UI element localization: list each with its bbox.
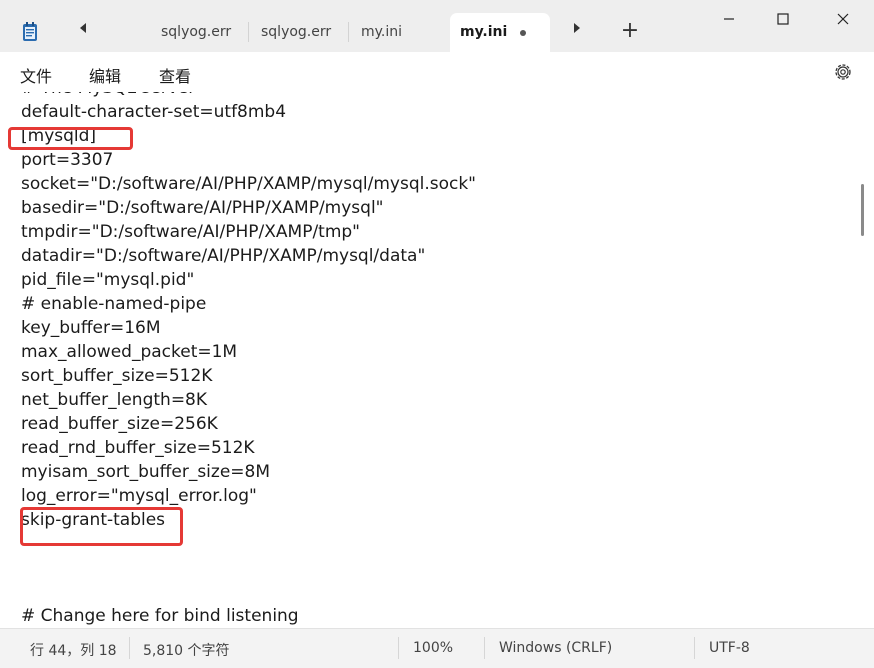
maximize-icon[interactable] — [760, 6, 806, 32]
tab-my-ini-1[interactable]: my.ini — [349, 13, 449, 52]
editor-line[interactable]: sort_buffer_size=512K — [21, 364, 476, 388]
editor-line[interactable]: port=3307 — [21, 148, 476, 172]
editor-line[interactable]: datadir="D:/software/AI/PHP/XAMP/mysql/d… — [21, 244, 476, 268]
text-editor[interactable]: # The MySQL serverdefault-character-set=… — [0, 92, 874, 628]
scroll-tabs-right-icon[interactable] — [568, 20, 584, 36]
editor-line[interactable]: net_buffer_length=8K — [21, 388, 476, 412]
editor-line[interactable] — [21, 556, 476, 580]
tab-label: sqlyog.err — [261, 24, 332, 40]
editor-line[interactable]: log_error="mysql_error.log" — [21, 484, 476, 508]
editor-line[interactable]: key_buffer=16M — [21, 316, 476, 340]
title-bar: sqlyog.err sqlyog.err my.ini my.ini + — [0, 0, 874, 52]
minimize-icon[interactable] — [706, 6, 752, 32]
status-divider — [129, 637, 130, 659]
notepad-app-icon — [23, 22, 37, 41]
editor-line[interactable]: socket="D:/software/AI/PHP/XAMP/mysql/my… — [21, 172, 476, 196]
highlight-box-mysqld — [8, 127, 133, 150]
vertical-scrollbar-thumb[interactable] — [861, 184, 864, 236]
editor-line[interactable] — [21, 580, 476, 604]
tab-label: my.ini — [460, 24, 508, 40]
tab-my-ini-active[interactable]: my.ini — [450, 13, 550, 52]
tab-sqlyog-err-2[interactable]: sqlyog.err — [249, 13, 349, 52]
line-ending[interactable]: Windows (CRLF) — [499, 640, 612, 656]
tab-label: sqlyog.err — [161, 24, 232, 40]
tab-sqlyog-err-1[interactable]: sqlyog.err — [149, 13, 249, 52]
editor-line[interactable]: # The MySQL server — [21, 92, 476, 100]
gear-icon[interactable] — [833, 62, 853, 82]
status-divider — [484, 637, 485, 659]
editor-line[interactable]: basedir="D:/software/AI/PHP/XAMP/mysql" — [21, 196, 476, 220]
encoding[interactable]: UTF-8 — [709, 640, 750, 656]
highlight-box-skip-grant-tables — [20, 507, 183, 546]
menu-view[interactable]: 查看 — [159, 63, 191, 87]
close-icon[interactable] — [820, 6, 866, 32]
scroll-tabs-left-icon[interactable] — [76, 20, 92, 36]
tab-label: my.ini — [361, 24, 403, 40]
cursor-position: 行 44，列 18 — [30, 643, 117, 659]
editor-line[interactable]: tmpdir="D:/software/AI/PHP/XAMP/tmp" — [21, 220, 476, 244]
editor-line[interactable]: pid_file="mysql.pid" — [21, 268, 476, 292]
menu-bar: 文件 编辑 查看 — [0, 52, 874, 92]
status-divider — [694, 637, 695, 659]
menu-edit[interactable]: 编辑 — [89, 63, 121, 87]
editor-lines[interactable]: # The MySQL serverdefault-character-set=… — [21, 92, 476, 628]
editor-line[interactable]: default-character-set=utf8mb4 — [21, 100, 476, 124]
zoom-level[interactable]: 100% — [413, 640, 453, 656]
character-count: 5,810 个字符 — [143, 643, 230, 659]
editor-line[interactable]: max_allowed_packet=1M — [21, 340, 476, 364]
status-divider — [398, 637, 399, 659]
status-bar: 行 44，列 18 5,810 个字符 100% Windows (CRLF) … — [0, 628, 874, 668]
editor-line[interactable]: myisam_sort_buffer_size=8M — [21, 460, 476, 484]
unsaved-dot-icon[interactable] — [520, 30, 526, 36]
new-tab-button[interactable]: + — [618, 17, 642, 45]
editor-line[interactable]: read_rnd_buffer_size=512K — [21, 436, 476, 460]
editor-line[interactable]: # Change here for bind listening — [21, 604, 476, 628]
editor-line[interactable]: # enable-named-pipe — [21, 292, 476, 316]
editor-line[interactable]: read_buffer_size=256K — [21, 412, 476, 436]
menu-file[interactable]: 文件 — [20, 63, 52, 87]
